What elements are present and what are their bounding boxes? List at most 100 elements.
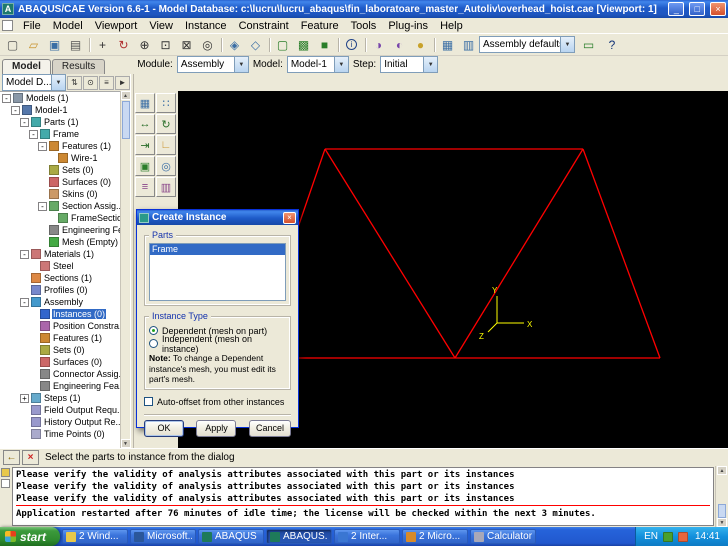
query-info-button[interactable]: i — [341, 35, 362, 55]
create-feature-cut-button[interactable]: ∟ — [156, 135, 176, 155]
tree-expander[interactable]: - — [20, 118, 29, 127]
open-database-button[interactable]: ▱ — [23, 35, 44, 55]
save-database-button[interactable]: ▣ — [44, 35, 65, 55]
dialog-close-button[interactable]: × — [283, 212, 296, 224]
menu-item[interactable]: View — [143, 20, 179, 32]
toolbox-query-button[interactable]: ▥ — [156, 177, 176, 197]
parts-list[interactable]: Frame — [149, 243, 286, 301]
tree-item-instances[interactable]: Instances (0) — [0, 308, 120, 320]
model-tree-select[interactable]: Model D... ▼ — [2, 74, 66, 91]
tree-expander[interactable]: - — [38, 202, 47, 211]
print-button[interactable]: ▤ — [65, 35, 86, 55]
create-instance-button[interactable]: ▦ — [135, 93, 155, 113]
tree-item[interactable]: Sets (0) — [0, 344, 120, 356]
viewport-annotations-button[interactable]: ▥ — [458, 35, 479, 55]
tree-item[interactable]: Wire-1 — [0, 152, 120, 164]
tree-item[interactable]: - Section Assig... — [0, 200, 120, 212]
tree-item[interactable]: Time Points (0) — [0, 428, 120, 440]
menu-item[interactable]: Model — [47, 20, 89, 32]
tree-item[interactable]: Field Output Requ... — [0, 404, 120, 416]
scroll-up-icon[interactable]: ▲ — [121, 91, 131, 100]
menu-item[interactable]: Plug-ins — [382, 20, 434, 32]
tree-expander[interactable]: - — [20, 298, 29, 307]
prompt-back-button[interactable]: ← — [3, 450, 20, 465]
color-mapping-select[interactable]: Assembly defaults ▼ — [479, 36, 575, 53]
tree-expander[interactable]: - — [2, 94, 11, 103]
shaded-render-button[interactable]: ■ — [314, 35, 335, 55]
minimize-button[interactable]: _ — [668, 2, 684, 16]
tree-item[interactable]: History Output Re... — [0, 416, 120, 428]
tree-scrollbar[interactable]: ▲ ▼ — [120, 91, 130, 448]
tree-item[interactable]: Surfaces (0) — [0, 176, 120, 188]
pan-view-button[interactable]: + — [92, 35, 113, 55]
viewport-layout-button[interactable]: ▦ — [437, 35, 458, 55]
scroll-up-icon[interactable]: ▲ — [717, 466, 727, 475]
front-view-button[interactable]: ◇ — [245, 35, 266, 55]
menu-item[interactable]: Instance — [179, 20, 233, 32]
tree-expander[interactable]: + — [20, 394, 29, 403]
menu-item[interactable]: Feature — [295, 20, 345, 32]
start-button[interactable]: start — [0, 527, 60, 546]
auto-offset-checkbox[interactable]: Auto-offset from other instances — [144, 396, 291, 408]
taskbar-button[interactable]: Calculator — [470, 529, 536, 544]
step-select[interactable]: Initial ▼ — [380, 56, 438, 73]
model-tree-spin-button[interactable]: ⇅ — [67, 76, 82, 90]
tree-item[interactable]: Mesh (Empty) — [0, 236, 120, 248]
menu-item[interactable]: Viewport — [89, 20, 144, 32]
tree-item[interactable]: Skins (0) — [0, 188, 120, 200]
taskbar-button[interactable]: ABAQUS ... — [198, 529, 264, 544]
rotate-view-button[interactable]: ↻ — [113, 35, 134, 55]
prompt-cancel-button[interactable]: × — [22, 450, 39, 465]
tree-item-steps[interactable]: + Steps (1) — [0, 392, 120, 404]
taskbar-button[interactable]: 2 Inter... — [334, 529, 400, 544]
cycle-views-button[interactable]: ◎ — [197, 35, 218, 55]
tree-item-frame[interactable]: - Frame — [0, 128, 120, 140]
tree-item-assembly[interactable]: - Assembly — [0, 296, 120, 308]
apply-button[interactable]: Apply — [196, 420, 236, 437]
tree-item[interactable]: Position Constra... — [0, 320, 120, 332]
menu-item[interactable]: Help — [434, 20, 469, 32]
cancel-button[interactable]: Cancel — [249, 420, 291, 437]
auto-fit-view-button[interactable]: ⊠ — [176, 35, 197, 55]
magnify-view-button[interactable]: ⊕ — [134, 35, 155, 55]
tree-item[interactable]: Profiles (0) — [0, 284, 120, 296]
tray-icon[interactable] — [663, 532, 673, 542]
message-tab-button[interactable] — [1, 468, 10, 477]
close-button[interactable]: × — [710, 2, 726, 16]
color-code-button[interactable]: ◑ — [368, 35, 389, 55]
command-line-tab-button[interactable] — [1, 479, 10, 488]
tree-item[interactable]: Sections (1) — [0, 272, 120, 284]
radial-pattern-button[interactable]: ◎ — [156, 156, 176, 176]
taskbar-button[interactable]: Microsoft... — [130, 529, 196, 544]
merge-cut-instances-button[interactable]: ▣ — [135, 156, 155, 176]
model-tree-list-button[interactable]: ≡ — [99, 76, 114, 90]
taskbar-button[interactable]: 2 Wind... — [62, 529, 128, 544]
tree-item[interactable]: Surfaces (0) — [0, 356, 120, 368]
linear-pattern-button[interactable]: ∷ — [156, 93, 176, 113]
rotate-instance-button[interactable]: ↻ — [156, 114, 176, 134]
tree-item[interactable]: Sets (0) — [0, 164, 120, 176]
tree-item-model-1[interactable]: - Model-1 — [0, 104, 120, 116]
create-constraint-button[interactable]: ≡ — [135, 177, 155, 197]
tree-item[interactable]: Engineering Fea... — [0, 380, 120, 392]
iso-view-button[interactable]: ◈ — [224, 35, 245, 55]
tree-expander[interactable]: - — [38, 142, 47, 151]
scrollbar-thumb[interactable] — [122, 101, 130, 139]
scroll-down-icon[interactable]: ▼ — [121, 439, 131, 448]
tree-item[interactable]: Engineering Fe... — [0, 224, 120, 236]
taskbar-button[interactable]: 2 Micro... — [402, 529, 468, 544]
tab-results[interactable]: Results — [52, 59, 105, 74]
language-indicator[interactable]: EN — [644, 531, 658, 542]
ok-button[interactable]: OK — [144, 420, 184, 437]
menu-item[interactable]: Tools — [345, 20, 383, 32]
model-tree-filter-button[interactable]: ⊙ — [83, 76, 98, 90]
model-select[interactable]: Model-1 ▼ — [287, 56, 349, 73]
tree-item[interactable]: Connector Assig... — [0, 368, 120, 380]
scrollbar-thumb[interactable] — [718, 504, 726, 518]
message-scrollbar[interactable]: ▲ ▼ — [715, 466, 728, 527]
tree-item-models[interactable]: - Models (1) — [0, 92, 120, 104]
tree-expander[interactable]: - — [20, 250, 29, 259]
tree-item-materials[interactable]: - Materials (1) — [0, 248, 120, 260]
wireframe-render-button[interactable]: ▢ — [272, 35, 293, 55]
render-profiles-button[interactable]: ▭ — [578, 35, 599, 55]
